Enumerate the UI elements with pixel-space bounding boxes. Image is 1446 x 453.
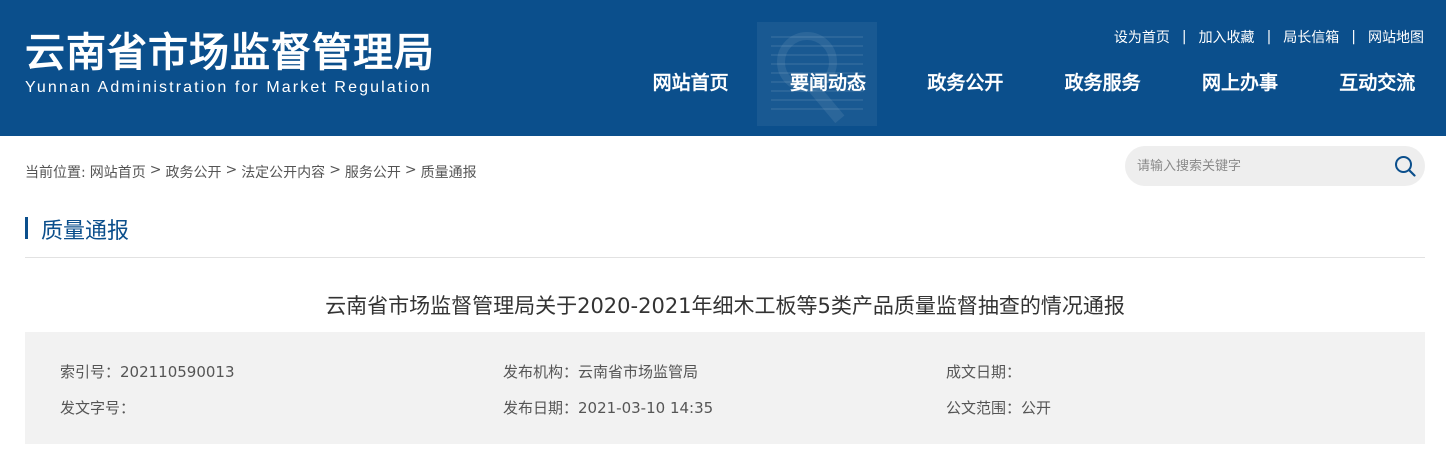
meta-document-number: 发文字号： [60,399,136,417]
nav-online-services[interactable]: 网上办事 [1171,68,1308,95]
search-icon[interactable] [1394,155,1416,177]
top-link-separator: | [1181,29,1187,45]
breadcrumb-item-gov-affairs[interactable]: 政务公开 [165,162,221,182]
breadcrumb-prefix: 当前位置: [25,165,86,181]
director-mailbox-link[interactable]: 局长信箱 [1283,27,1339,47]
breadcrumb-separator: > [404,162,417,178]
site-title[interactable]: 云南省市场监督管理局 [25,20,435,78]
section-divider [25,257,1425,258]
nav-interaction[interactable]: 互动交流 [1309,68,1446,95]
breadcrumb: 当前位置: 网站首页 > 政务公开 > 法定公开内容 > 服务公开 > 质量通报 [25,162,477,182]
search-input[interactable] [1137,156,1377,176]
meta-scope: 公文范围：公开 [946,399,1052,417]
sitemap-link[interactable]: 网站地图 [1368,27,1424,47]
breadcrumb-separator: > [329,162,341,178]
section-title-bar [25,217,28,239]
meta-created-date: 成文日期： [946,363,1022,381]
top-link-separator: | [1266,29,1272,45]
meta-publisher: 发布机构：云南省市场监管局 [503,363,699,381]
article-meta-panel: 索引号：202110590013 发布机构：云南省市场监管局 成文日期： 发文字… [25,332,1425,444]
nav-gov-services[interactable]: 政务服务 [1034,68,1171,95]
nav-home[interactable]: 网站首页 [622,68,759,95]
top-link-separator: | [1351,29,1356,45]
set-homepage-link[interactable]: 设为首页 [1114,27,1170,47]
nav-gov-affairs[interactable]: 政务公开 [897,68,1034,95]
site-header: 云南省市场监督管理局 Yunnan Administration for Mar… [0,0,1446,136]
meta-publish-date: 发布日期：2021-03-10 14:35 [503,399,714,417]
breadcrumb-separator: > [225,162,238,178]
breadcrumb-item-service[interactable]: 服务公开 [345,162,401,182]
breadcrumb-separator: > [149,162,162,178]
search-box [1125,146,1425,186]
main-nav: 网站首页 要闻动态 政务公开 政务服务 网上办事 互动交流 [622,66,1446,96]
top-links: 设为首页 | 加入收藏 | 局长信箱 | 网站地图 [1114,27,1424,47]
article-title: 云南省市场监督管理局关于2020-2021年细木工板等5类产品质量监督抽查的情况… [325,294,1125,318]
breadcrumb-item-quality[interactable]: 质量通报 [421,162,477,182]
breadcrumb-item-home[interactable]: 网站首页 [90,162,146,182]
add-favorite-link[interactable]: 加入收藏 [1199,27,1255,47]
nav-news[interactable]: 要闻动态 [759,68,896,95]
meta-index-number: 索引号：202110590013 [60,363,235,381]
section-title: 质量通报 [41,219,130,244]
site-subtitle: Yunnan Administration for Market Regulat… [25,79,432,96]
breadcrumb-item-statutory[interactable]: 法定公开内容 [241,162,325,182]
